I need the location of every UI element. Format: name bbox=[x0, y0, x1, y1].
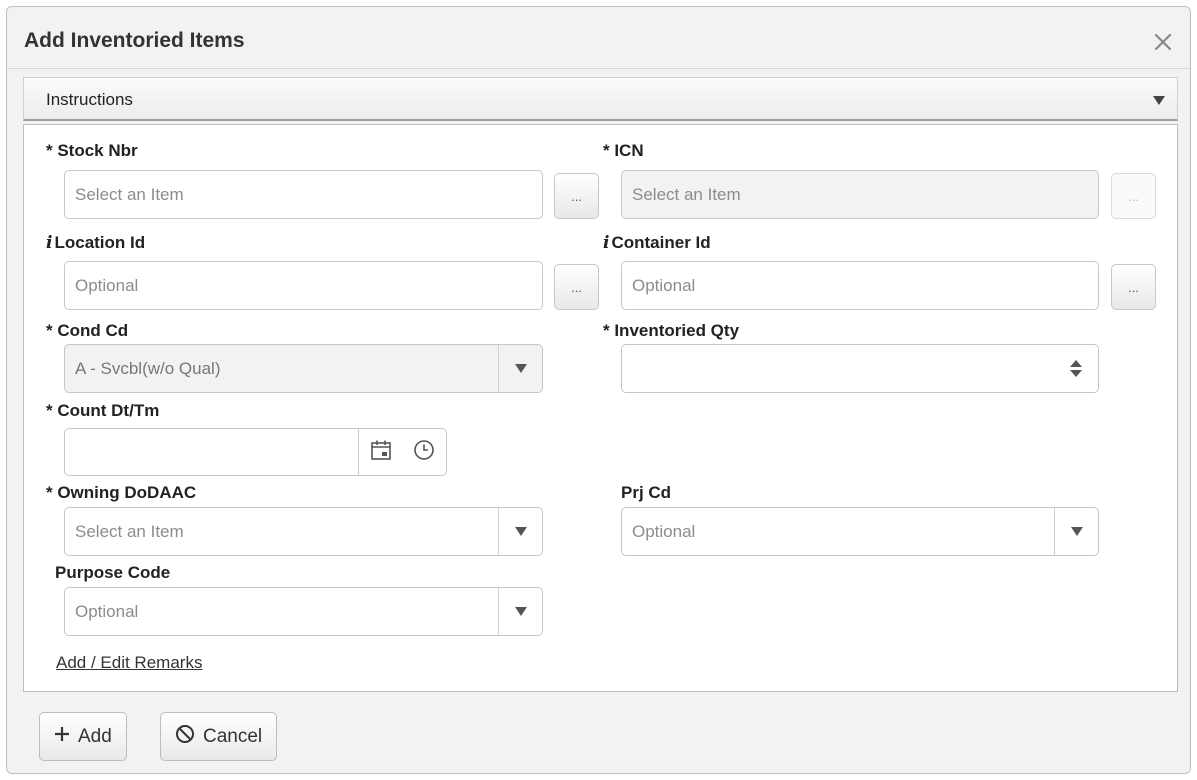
cancel-icon bbox=[175, 724, 195, 750]
info-icon: i bbox=[46, 233, 53, 253]
purpose-code-label: Purpose Code bbox=[55, 563, 171, 582]
icn-input[interactable]: Select an Item bbox=[621, 170, 1099, 219]
icn-label: * ICN bbox=[603, 141, 644, 160]
owning-dodaac-label: * Owning DoDAAC bbox=[46, 483, 197, 502]
purpose-code-select[interactable]: Optional bbox=[64, 587, 543, 636]
prj-cd-placeholder: Optional bbox=[632, 521, 696, 541]
inventoried-qty-label: * Inventoried Qty bbox=[603, 321, 740, 340]
container-id-label-text: Container Id bbox=[611, 233, 711, 252]
add-edit-remarks-link[interactable]: Add / Edit Remarks bbox=[56, 653, 202, 673]
add-button[interactable]: Add bbox=[39, 712, 127, 761]
icn-lookup-button[interactable]: ... bbox=[1111, 173, 1156, 219]
chevron-down-icon[interactable] bbox=[498, 345, 542, 392]
owning-dodaac-placeholder: Select an Item bbox=[75, 521, 184, 541]
cond-cd-value: A - Svcbl(w/o Qual) bbox=[75, 358, 221, 378]
prj-cd-label: Prj Cd bbox=[621, 483, 672, 502]
dialog-header: Add Inventoried Items bbox=[7, 7, 1190, 69]
form-panel: * Stock Nbr Select an Item ... * ICN Sel… bbox=[23, 124, 1178, 692]
purpose-code-placeholder: Optional bbox=[75, 601, 139, 621]
container-id-placeholder: Optional bbox=[632, 275, 696, 295]
cond-cd-label: * Cond Cd bbox=[46, 321, 129, 340]
instructions-toggle[interactable]: Instructions bbox=[23, 77, 1178, 121]
location-id-input[interactable]: Optional bbox=[64, 261, 543, 310]
inventoried-qty-input[interactable] bbox=[621, 344, 1099, 393]
close-icon[interactable] bbox=[1152, 31, 1174, 53]
plus-icon bbox=[54, 726, 70, 748]
dialog-title: Add Inventoried Items bbox=[24, 29, 245, 52]
container-id-label: i Container Id bbox=[603, 233, 711, 253]
add-button-label: Add bbox=[78, 725, 112, 747]
chevron-down-icon[interactable] bbox=[498, 508, 542, 555]
container-id-input[interactable]: Optional bbox=[621, 261, 1099, 310]
quantity-stepper-icon[interactable] bbox=[1054, 345, 1098, 392]
clock-icon[interactable] bbox=[413, 439, 435, 466]
date-time-picker bbox=[358, 429, 446, 475]
stock-nbr-lookup-button[interactable]: ... bbox=[554, 173, 599, 219]
count-dt-tm-input[interactable] bbox=[64, 428, 447, 476]
location-id-lookup-button[interactable]: ... bbox=[554, 264, 599, 310]
instructions-label: Instructions bbox=[46, 90, 133, 109]
location-id-label-text: Location Id bbox=[54, 233, 146, 252]
location-id-label: i Location Id bbox=[46, 233, 145, 253]
cancel-button-label: Cancel bbox=[203, 725, 263, 747]
cond-cd-select[interactable]: A - Svcbl(w/o Qual) bbox=[64, 344, 543, 393]
stock-nbr-input[interactable]: Select an Item bbox=[64, 170, 543, 219]
prj-cd-select[interactable]: Optional bbox=[621, 507, 1099, 556]
location-id-placeholder: Optional bbox=[75, 275, 139, 295]
icn-placeholder: Select an Item bbox=[632, 184, 741, 204]
container-id-lookup-button[interactable]: ... bbox=[1111, 264, 1156, 310]
chevron-down-icon[interactable] bbox=[498, 588, 542, 635]
chevron-down-icon[interactable] bbox=[1054, 508, 1098, 555]
cancel-button[interactable]: Cancel bbox=[160, 712, 278, 761]
calendar-icon[interactable] bbox=[370, 439, 392, 466]
stock-nbr-label: * Stock Nbr bbox=[46, 141, 138, 160]
info-icon: i bbox=[603, 233, 610, 253]
count-dt-tm-label: * Count Dt/Tm bbox=[46, 401, 160, 420]
add-inventoried-items-dialog: Add Inventoried Items Instructions * Sto… bbox=[6, 6, 1191, 774]
stock-nbr-placeholder: Select an Item bbox=[75, 184, 184, 204]
owning-dodaac-select[interactable]: Select an Item bbox=[64, 507, 543, 556]
caret-down-icon bbox=[1153, 96, 1165, 105]
